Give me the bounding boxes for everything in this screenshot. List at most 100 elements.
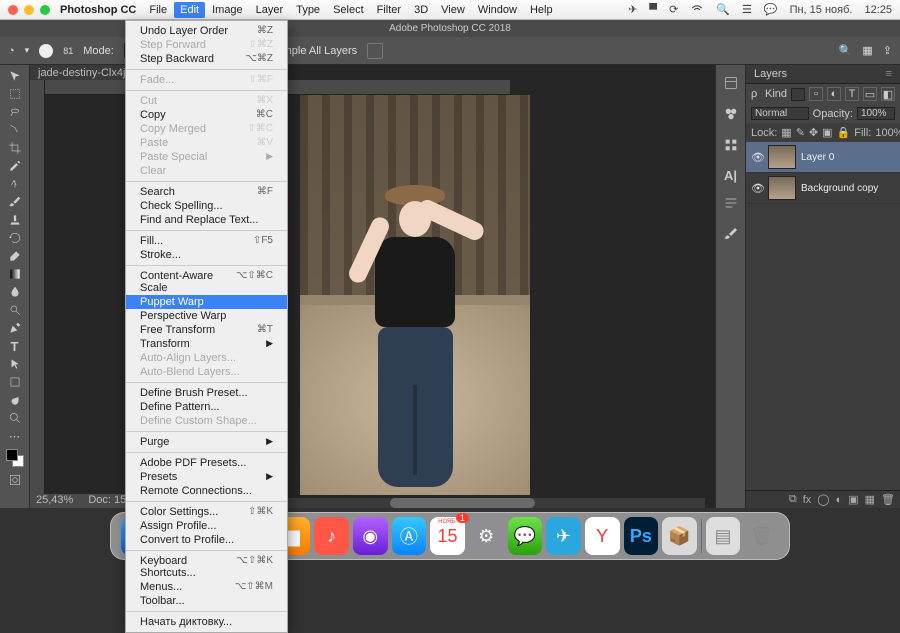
menu-layer[interactable]: Layer xyxy=(256,4,284,16)
dock-trash[interactable]: 🗑 xyxy=(744,517,779,555)
menu-type[interactable]: Type xyxy=(296,4,320,16)
menubar-time[interactable]: 12:25 xyxy=(864,4,892,16)
lock-position-icon[interactable]: ✥ xyxy=(809,126,818,139)
new-layer-icon[interactable]: ▦ xyxy=(865,493,875,506)
menu-file[interactable]: File xyxy=(149,4,167,16)
pressure-icon[interactable] xyxy=(367,43,383,59)
menu-3d[interactable]: 3D xyxy=(414,4,428,16)
brush-tool[interactable] xyxy=(4,193,26,211)
trash-icon[interactable]: 🗑 xyxy=(881,493,895,506)
layer-mask-icon[interactable]: ◯ xyxy=(817,493,829,506)
layers-tab[interactable]: Layers xyxy=(754,68,787,80)
telegram-menubar-icon[interactable]: ✈ xyxy=(628,3,637,16)
menuitem-remote-connections-[interactable]: Remote Connections... xyxy=(126,484,287,498)
menuitem-content-aware-scale[interactable]: Content-Aware Scale⌥⇧⌘C xyxy=(126,269,287,295)
menuitem-assign-profile-[interactable]: Assign Profile... xyxy=(126,519,287,533)
filter-adjust-icon[interactable]: ◐ xyxy=(827,87,841,101)
dodge-tool[interactable] xyxy=(4,301,26,319)
filter-pixel-icon[interactable]: ▫ xyxy=(809,87,823,101)
menuitem-copy[interactable]: Copy⌘C xyxy=(126,108,287,122)
brush-preview[interactable] xyxy=(39,44,53,58)
share-icon[interactable]: ⇪ xyxy=(883,44,892,57)
lock-pixels-icon[interactable]: ✎ xyxy=(796,126,805,139)
pen-tool[interactable] xyxy=(4,319,26,337)
menuitem-начать-диктовку-[interactable]: Начать диктовку... xyxy=(126,615,287,629)
blur-tool[interactable] xyxy=(4,283,26,301)
lock-transparent-icon[interactable]: ▦ xyxy=(781,126,791,139)
menu-filter[interactable]: Filter xyxy=(377,4,401,16)
rectangle-tool[interactable] xyxy=(4,373,26,391)
menuitem-define-brush-preset-[interactable]: Define Brush Preset... xyxy=(126,386,287,400)
layer-item[interactable]: 👁Background copy xyxy=(746,173,900,204)
lasso-tool[interactable] xyxy=(4,103,26,121)
visibility-icon[interactable]: 👁 xyxy=(751,151,763,164)
search-icon[interactable]: 🔍 xyxy=(839,44,853,57)
opacity-value[interactable]: 100% xyxy=(857,107,895,120)
menuitem-presets[interactable]: Presets▶ xyxy=(126,470,287,484)
adjustments-panel-icon[interactable] xyxy=(723,106,739,125)
filter-kind-dropdown[interactable] xyxy=(791,88,805,101)
menuitem-transform[interactable]: Transform▶ xyxy=(126,337,287,351)
layer-fx-icon[interactable]: fx xyxy=(803,494,812,506)
menu-select[interactable]: Select xyxy=(333,4,364,16)
menuitem-step-backward[interactable]: Step Backward⌥⌘Z xyxy=(126,52,287,66)
marquee-tool[interactable] xyxy=(4,85,26,103)
group-icon[interactable]: ▣ xyxy=(848,493,858,506)
swatches-panel-icon[interactable] xyxy=(723,137,739,156)
panel-menu-icon[interactable]: ≡ xyxy=(886,68,892,80)
lock-all-icon[interactable]: 🔒 xyxy=(837,126,851,139)
menu-image[interactable]: Image xyxy=(212,4,243,16)
menuitem-toolbar-[interactable]: Toolbar... xyxy=(126,594,287,608)
menuitem-undo-layer-order[interactable]: Undo Layer Order⌘Z xyxy=(126,24,287,38)
menuitem-keyboard-shortcuts-[interactable]: Keyboard Shortcuts...⌥⇧⌘K xyxy=(126,554,287,580)
filter-type-icon[interactable]: T xyxy=(845,87,859,101)
healing-tool[interactable] xyxy=(4,175,26,193)
quick-mask-toggle[interactable] xyxy=(4,471,26,489)
paragraph-panel-icon[interactable] xyxy=(723,195,739,214)
control-center-icon[interactable]: ☰ xyxy=(742,3,752,16)
foreground-background-colors[interactable] xyxy=(6,449,24,467)
search-menubar-icon[interactable]: 🔍 xyxy=(716,3,730,16)
menuitem-menus-[interactable]: Menus...⌥⇧⌘M xyxy=(126,580,287,594)
gradient-tool[interactable] xyxy=(4,265,26,283)
menuitem-stroke-[interactable]: Stroke... xyxy=(126,248,287,262)
layer-item[interactable]: 👁Layer 0 xyxy=(746,142,900,173)
dock-yandex[interactable]: Y xyxy=(585,517,620,555)
menuitem-check-spelling-[interactable]: Check Spelling... xyxy=(126,199,287,213)
dock-folder[interactable]: ▤ xyxy=(706,517,741,555)
clone-stamp-tool[interactable] xyxy=(4,211,26,229)
menuitem-purge[interactable]: Purge▶ xyxy=(126,435,287,449)
eraser-tool[interactable] xyxy=(4,247,26,265)
filter-shape-icon[interactable]: ▭ xyxy=(863,87,877,101)
menuitem-free-transform[interactable]: Free Transform⌘T xyxy=(126,323,287,337)
menu-edit[interactable]: Edit xyxy=(174,2,205,18)
crop-tool[interactable] xyxy=(4,139,26,157)
menubar-date[interactable]: Пн, 15 нояб. xyxy=(790,4,853,16)
menuitem-search[interactable]: Search⌘F xyxy=(126,185,287,199)
adjustment-layer-icon[interactable]: ◐ xyxy=(836,494,843,506)
edit-toolbar[interactable]: ⋯ xyxy=(4,427,26,445)
blend-mode-dropdown[interactable]: Normal xyxy=(751,107,809,120)
notification-menubar-icon[interactable]: 💬 xyxy=(764,3,778,16)
workspace-icon[interactable]: ▦ xyxy=(862,44,872,57)
menuitem-puppet-warp[interactable]: Puppet Warp xyxy=(126,295,287,309)
flag-menubar-icon[interactable]: ▀ xyxy=(649,4,657,16)
visibility-icon[interactable]: 👁 xyxy=(751,182,763,195)
type-tool[interactable]: T xyxy=(4,337,26,355)
menuitem-perspective-warp[interactable]: Perspective Warp xyxy=(126,309,287,323)
menuitem-define-pattern-[interactable]: Define Pattern... xyxy=(126,400,287,414)
hand-tool[interactable] xyxy=(4,391,26,409)
filter-smart-icon[interactable]: ◧ xyxy=(881,87,895,101)
move-tool[interactable] xyxy=(4,67,26,85)
dock-photoshop[interactable]: Ps xyxy=(624,517,659,555)
minimize-window-button[interactable] xyxy=(24,5,34,15)
horizontal-scrollbar[interactable] xyxy=(220,498,705,508)
dock-podcasts[interactable]: ◉ xyxy=(353,517,388,555)
menuitem-convert-to-profile-[interactable]: Convert to Profile... xyxy=(126,533,287,547)
dock-archive[interactable]: 📦 xyxy=(662,517,697,555)
path-select-tool[interactable] xyxy=(4,355,26,373)
menuitem-fill-[interactable]: Fill...⇧F5 xyxy=(126,234,287,248)
properties-panel-icon[interactable] xyxy=(723,75,739,94)
dock-telegram[interactable]: ✈ xyxy=(546,517,581,555)
menu-view[interactable]: View xyxy=(441,4,465,16)
